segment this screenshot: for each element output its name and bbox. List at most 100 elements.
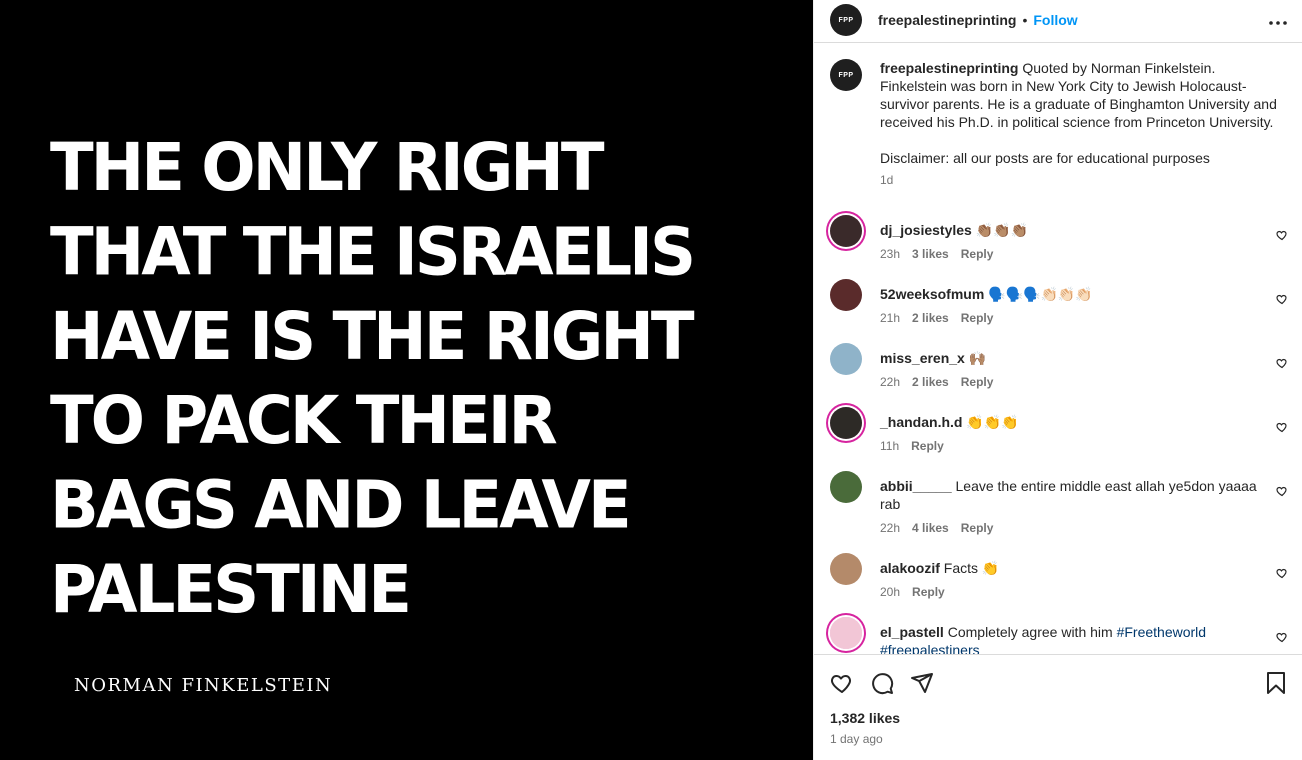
comment-avatar[interactable] <box>830 617 862 649</box>
comment-avatar[interactable] <box>830 343 862 375</box>
comment-avatar[interactable] <box>830 553 862 585</box>
comment-username[interactable]: el_pastell <box>880 624 944 640</box>
comment-heart-icon[interactable] <box>1276 567 1288 579</box>
post-sidebar: FPP freepalestineprinting • Follow FPP f… <box>813 0 1302 760</box>
reply-button[interactable]: Reply <box>911 439 944 453</box>
comments-list[interactable]: FPP freepalestineprinting Quoted by Norm… <box>814 43 1302 654</box>
comment-body: miss_eren_x 🙌🏽 22h 2 likes Reply <box>880 343 1288 389</box>
avatar-image <box>830 407 862 439</box>
post-image[interactable]: THE ONLY RIGHT THAT THE ISRAELIS HAVE IS… <box>0 0 813 760</box>
quote-line: HAVE IS THE RIGHT <box>50 299 695 376</box>
comment-time[interactable]: 20h <box>880 585 900 599</box>
avatar-image <box>830 279 862 311</box>
comment-item: miss_eren_x 🙌🏽 22h 2 likes Reply <box>830 343 1288 389</box>
comment-username[interactable]: miss_eren_x <box>880 350 965 366</box>
comment-username[interactable]: _handan.h.d <box>880 414 962 430</box>
share-icon[interactable] <box>910 671 934 695</box>
likes-count[interactable]: 1,382 likes <box>830 710 1288 726</box>
heart-icon[interactable] <box>830 671 854 695</box>
comment-time[interactable]: 11h <box>880 439 899 453</box>
comment-heart-icon[interactable] <box>1276 229 1288 241</box>
comment-text-row: _handan.h.d 👏👏👏 <box>880 407 1260 431</box>
comment-text-row: miss_eren_x 🙌🏽 <box>880 343 1260 367</box>
comment-avatar[interactable] <box>830 471 862 503</box>
comment-item: dj_josiestyles 👏🏽👏🏽👏🏽 23h 3 likes Reply <box>830 215 1288 261</box>
comment-item: 52weeksofmum 🗣️🗣️🗣️👏🏻👏🏻👏🏻 21h 2 likes Re… <box>830 279 1288 325</box>
comment-body: _handan.h.d 👏👏👏 11h Reply <box>880 407 1288 453</box>
comment-heart-icon[interactable] <box>1276 421 1288 433</box>
comment-text-row: 52weeksofmum 🗣️🗣️🗣️👏🏻👏🏻👏🏻 <box>880 279 1260 303</box>
bookmark-icon[interactable] <box>1264 671 1288 695</box>
comment-likes[interactable]: 3 likes <box>912 247 949 261</box>
reply-button[interactable]: Reply <box>912 585 945 599</box>
comment-time[interactable]: 23h <box>880 247 900 261</box>
comment-username[interactable]: dj_josiestyles <box>880 222 972 238</box>
comment-item: alakoozif Facts 👏 20h Reply <box>830 553 1288 599</box>
caption-username[interactable]: freepalestineprinting <box>880 60 1018 76</box>
avatar-image <box>830 553 862 585</box>
posted-time[interactable]: 1 day ago <box>830 732 1288 746</box>
quote-line: THAT THE ISRAELIS <box>50 214 696 291</box>
separator-dot: • <box>1022 12 1028 28</box>
quote-line: THE ONLY RIGHT <box>50 130 604 207</box>
caption-avatar[interactable]: FPP <box>830 59 862 91</box>
comment-item: _handan.h.d 👏👏👏 11h Reply <box>830 407 1288 453</box>
comment-username[interactable]: alakoozif <box>880 560 940 576</box>
comment-username[interactable]: 52weeksofmum <box>880 286 984 302</box>
comment-avatar[interactable] <box>830 279 862 311</box>
comment-meta: 23h 3 likes Reply <box>880 247 1260 261</box>
comment-likes[interactable]: 2 likes <box>912 375 949 389</box>
reply-button[interactable]: Reply <box>961 247 994 261</box>
comment-avatar[interactable] <box>830 215 862 247</box>
comment-time[interactable]: 22h <box>880 375 900 389</box>
comment-text: Facts 👏 <box>943 560 1000 576</box>
action-icons <box>830 669 1288 697</box>
comment-time[interactable]: 22h <box>880 521 900 535</box>
comment-likes[interactable]: 4 likes <box>912 521 949 535</box>
comment-text: 👏🏽👏🏽👏🏽 <box>975 222 1029 238</box>
comment-text-row: alakoozif Facts 👏 <box>880 553 1260 577</box>
quote-line: BAGS AND LEAVE <box>50 467 632 545</box>
comment-body: 52weeksofmum 🗣️🗣️🗣️👏🏻👏🏻👏🏻 21h 2 likes Re… <box>880 279 1288 325</box>
comment-heart-icon[interactable] <box>1276 293 1288 305</box>
comment-meta: 20h Reply <box>880 585 1260 599</box>
post-header: FPP freepalestineprinting • Follow <box>814 0 1302 42</box>
comment-item: abbii_____ Leave the entire middle east … <box>830 471 1288 535</box>
quote-line: PALESTINE <box>50 552 412 629</box>
comment-meta: 21h 2 likes Reply <box>880 311 1260 325</box>
caption-disclaimer: Disclaimer: all our posts are for educat… <box>880 150 1210 166</box>
comment-body: alakoozif Facts 👏 20h Reply <box>880 553 1288 599</box>
comment-body: el_pastell Completely agree with him #Fr… <box>880 617 1288 654</box>
comment-body: abbii_____ Leave the entire middle east … <box>880 471 1288 535</box>
reply-button[interactable]: Reply <box>961 521 994 535</box>
reply-button[interactable]: Reply <box>961 311 994 325</box>
quote-text: THE ONLY RIGHT THAT THE ISRAELIS HAVE IS… <box>50 126 790 633</box>
comment-text-row: dj_josiestyles 👏🏽👏🏽👏🏽 <box>880 215 1260 239</box>
comment-username[interactable]: abbii_____ <box>880 478 952 494</box>
quote-line: TO PACK THEIR <box>50 383 558 460</box>
comment-text-row: el_pastell Completely agree with him #Fr… <box>880 617 1260 654</box>
comment-time[interactable]: 21h <box>880 311 900 325</box>
reply-button[interactable]: Reply <box>961 375 994 389</box>
comment-heart-icon[interactable] <box>1276 357 1288 369</box>
comment-icon[interactable] <box>870 671 894 695</box>
header-username[interactable]: freepalestineprinting <box>878 12 1016 28</box>
comment-heart-icon[interactable] <box>1276 485 1288 497</box>
comment-meta: 22h 4 likes Reply <box>880 521 1260 535</box>
comment-avatar[interactable] <box>830 407 862 439</box>
comment-item: el_pastell Completely agree with him #Fr… <box>830 617 1288 654</box>
comment-meta: 11h Reply <box>880 439 1260 453</box>
account-avatar[interactable]: FPP <box>830 4 862 36</box>
follow-button[interactable]: Follow <box>1033 12 1077 28</box>
avatar-image <box>830 343 862 375</box>
comment-text: 🙌🏽 <box>968 350 987 366</box>
caption-body: freepalestineprinting Quoted by Norman F… <box>880 59 1280 189</box>
comment-likes[interactable]: 2 likes <box>912 311 949 325</box>
caption-time[interactable]: 1d <box>880 171 1280 189</box>
comment-heart-icon[interactable] <box>1276 631 1288 643</box>
instagram-post: THE ONLY RIGHT THAT THE ISRAELIS HAVE IS… <box>0 0 1302 760</box>
comment-meta: 22h 2 likes Reply <box>880 375 1260 389</box>
comment-text: Completely agree with him <box>947 624 1113 640</box>
comment-text: 👏👏👏 <box>966 414 1019 430</box>
more-options-icon[interactable] <box>1268 10 1288 31</box>
